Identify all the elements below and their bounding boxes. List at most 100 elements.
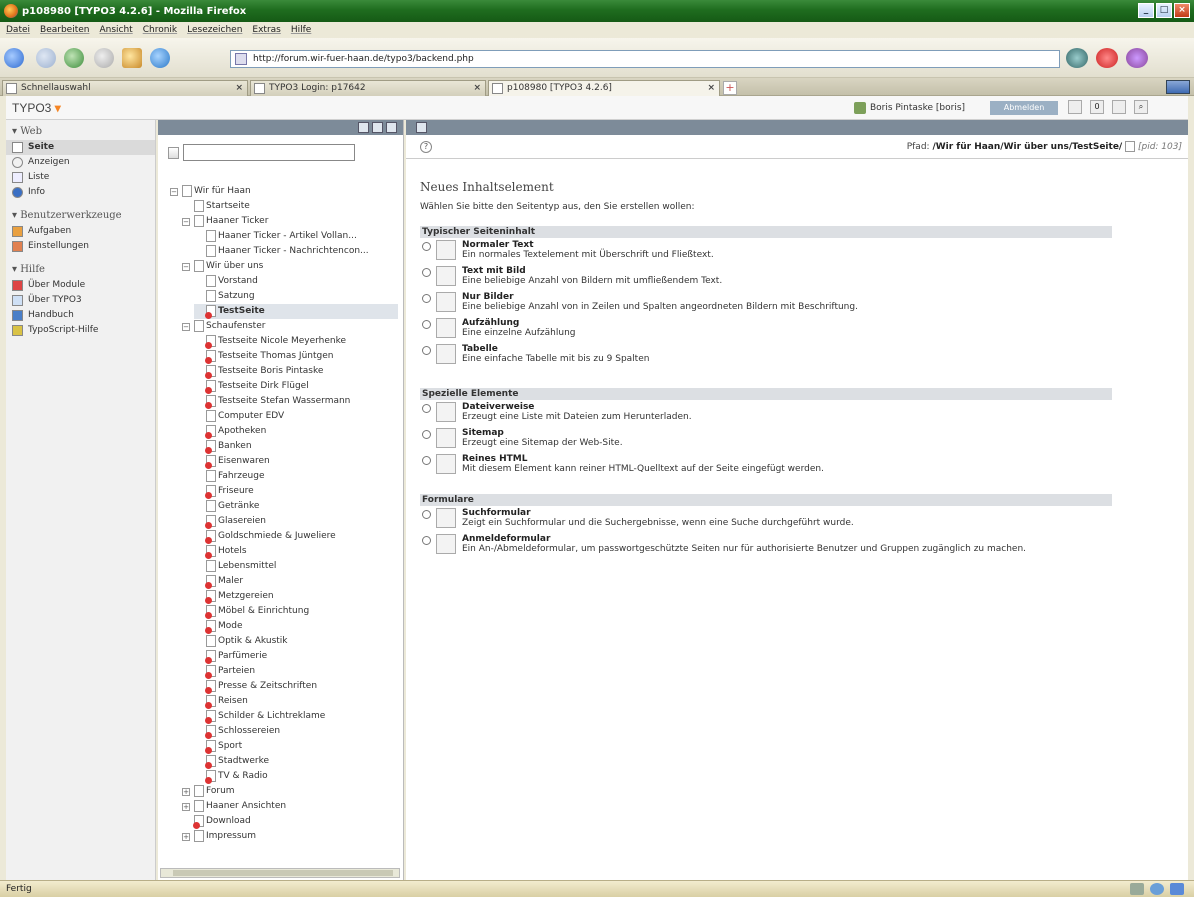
tree-node[interactable]: Testseite Dirk Flügel [194,379,398,394]
stop-icon[interactable] [94,48,114,68]
module-item-typoscript-hilfe[interactable]: TypoScript-Hilfe [6,323,155,338]
tree-node-label[interactable]: Mode [218,619,243,634]
tree-node-label[interactable]: Schilder & Lichtreklame [218,709,325,724]
home-icon[interactable] [122,48,142,68]
tree-node-label[interactable]: Download [206,814,251,829]
tree-node[interactable]: Eisenwaren [194,454,398,469]
page-hidden-icon[interactable] [205,515,216,529]
tree-node[interactable]: Vorstand [194,274,398,289]
page-icon[interactable] [194,215,204,227]
menu-chronik[interactable]: Chronik [143,25,177,35]
skype-icon[interactable] [1170,883,1184,895]
page-icon[interactable] [182,185,192,197]
file-links-icon[interactable] [436,402,456,422]
sitemap-icon[interactable] [436,428,456,448]
scrollbar-thumb[interactable] [173,870,393,876]
page-hidden-icon[interactable] [205,710,216,724]
tree-node[interactable]: Maler [194,574,398,589]
tree-node-label[interactable]: Testseite Thomas Jüntgen [218,349,333,364]
content-type-name[interactable]: Aufzählung [462,318,519,328]
tree-node[interactable]: Haaner Ticker - Nachrichtencon... [194,244,398,259]
content-type-name[interactable]: Nur Bilder [462,292,514,302]
sync-icon[interactable] [1150,883,1164,895]
page-hidden-icon[interactable] [205,545,216,559]
tree-node[interactable]: Fahrzeuge [194,469,398,484]
page-icon[interactable] [194,785,204,797]
tree-node-label[interactable]: Satzung [218,289,255,304]
content-type-radio[interactable] [422,404,431,413]
tree-node[interactable]: Lebensmittel [194,559,398,574]
tree-node-label[interactable]: Haaner Ticker - Nachrichtencon... [218,244,369,259]
page-icon[interactable] [194,260,204,272]
tree-node[interactable]: Parteien [194,664,398,679]
page-hidden-icon[interactable] [205,740,216,754]
tree-node[interactable]: Glasereien [194,514,398,529]
content-type-name[interactable]: Dateiverweise [462,402,534,412]
tree-node[interactable]: Computer EDV [194,409,398,424]
page-hidden-icon[interactable] [205,530,216,544]
new-tab-button[interactable]: + [723,81,737,95]
tree-node-label[interactable]: Wir über uns [206,259,263,274]
content-type-radio[interactable] [422,346,431,355]
tree-node[interactable]: Download [182,814,398,829]
tree-node-label[interactable]: Parteien [218,664,255,679]
forward-arrow-icon[interactable] [36,48,56,68]
module-item-info[interactable]: Info [6,185,155,200]
module-item-einstellungen[interactable]: Einstellungen [6,239,155,254]
module-group-hilfe[interactable]: ▾ Hilfe [6,254,155,278]
page-icon[interactable] [194,320,204,332]
content-type-radio[interactable] [422,430,431,439]
page-hidden-icon[interactable] [205,395,216,409]
content-type-radio[interactable] [422,456,431,465]
menu-hilfe[interactable]: Hilfe [291,25,311,35]
tree-node-label[interactable]: TV & Radio [218,769,268,784]
tree-node[interactable]: Schilder & Lichtreklame [194,709,398,724]
page-hidden-icon[interactable] [205,425,216,439]
tree-node[interactable]: − Schaufenster [182,319,398,334]
content-type-radio[interactable] [422,536,431,545]
help-icon[interactable]: ? [420,141,432,153]
content-type-name[interactable]: Suchformular [462,508,531,518]
tree-node[interactable]: Hotels [194,544,398,559]
module-item-anzeigen[interactable]: Anzeigen [6,155,155,170]
tree-node[interactable]: TV & Radio [194,769,398,784]
page-hidden-icon[interactable] [205,575,216,589]
tree-node-label[interactable]: Glasereien [218,514,266,529]
tree-node-label[interactable]: Testseite Dirk Flügel [218,379,309,394]
page-hidden-icon[interactable] [205,665,216,679]
tree-node-label[interactable]: Schlossereien [218,724,280,739]
collapse-icon[interactable]: − [182,263,190,271]
tree-node[interactable]: Presse & Zeitschriften [194,679,398,694]
expand-icon[interactable]: + [182,833,190,841]
page-hidden-icon[interactable] [205,680,216,694]
tree-node-label[interactable]: Maler [218,574,243,589]
tree-node-label[interactable]: Fahrzeuge [218,469,265,484]
addon-icon[interactable] [1126,48,1148,68]
page-edit-icon[interactable] [1125,141,1136,152]
tree-node-label[interactable]: Optik & Akustik [218,634,288,649]
page-icon[interactable] [194,200,204,212]
tree-node[interactable]: Metzgereien [194,589,398,604]
tree-node[interactable]: Mode [194,619,398,634]
tree-node-label[interactable]: Startseite [206,199,250,214]
tree-node[interactable]: Reisen [194,694,398,709]
content-type-name[interactable]: Sitemap [462,428,504,438]
table-icon[interactable] [436,344,456,364]
page-hidden-icon[interactable] [205,380,216,394]
page-hidden-icon[interactable] [205,770,216,784]
tree-node-label[interactable]: Apotheken [218,424,266,439]
tab-schnellauswahl[interactable]: Schnellauswahl × [2,80,248,96]
menu-lesezeichen[interactable]: Lesezeichen [187,25,242,35]
collapse-icon[interactable]: − [182,323,190,331]
back-arrow-icon[interactable] [4,48,24,68]
adblock-icon[interactable] [1096,48,1118,68]
tree-node-label[interactable]: Schaufenster [206,319,265,334]
tab-list-menu-icon[interactable] [1166,80,1190,94]
page-hidden-icon[interactable] [205,335,216,349]
page-hidden-icon[interactable] [205,365,216,379]
tree-node[interactable]: Schlossereien [194,724,398,739]
tree-filter-input[interactable] [183,144,355,161]
tree-node[interactable]: + Impressum [182,829,398,844]
page-hidden-icon[interactable] [205,485,216,499]
images-icon[interactable] [436,292,456,312]
